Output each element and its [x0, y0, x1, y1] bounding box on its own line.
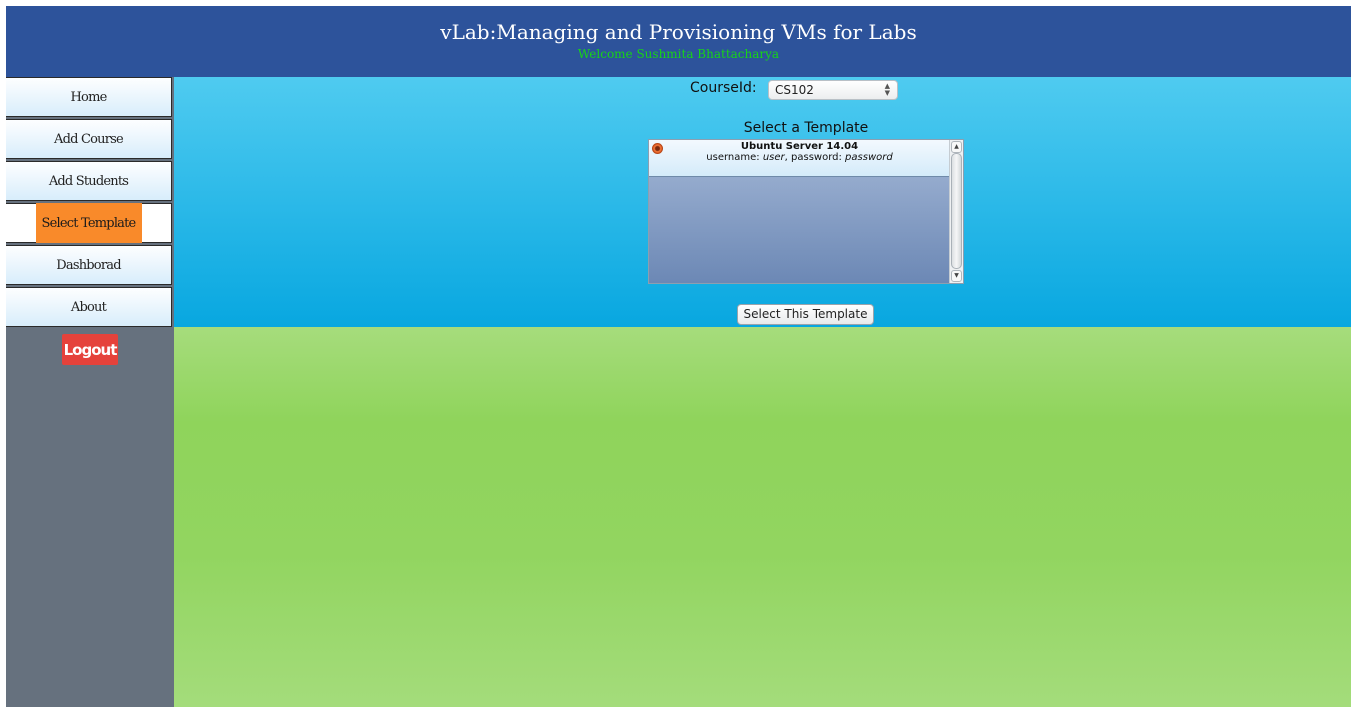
sidebar-item-add-students[interactable]: Add Students: [6, 161, 172, 201]
cred-mid: , password:: [784, 152, 846, 163]
template-item[interactable]: Ubuntu Server 14.04 username: user, pass…: [649, 140, 950, 177]
logout-button[interactable]: Logout: [62, 334, 118, 365]
template-credentials: username: user, password: password: [649, 152, 950, 163]
welcome-message: Welcome Sushmita Bhattacharya: [577, 47, 780, 61]
template-panel: CourseId: CS102 ▲ ▼ Select a Template Ubu…: [174, 77, 1351, 327]
cred-username: user: [762, 152, 785, 163]
scroll-thumb[interactable]: [951, 153, 962, 269]
page-title: vLab:Managing and Provisioning VMs for L…: [440, 20, 917, 44]
sidebar-item-label: Select Template: [35, 203, 142, 243]
sidebar-item-label: Add Course: [54, 131, 124, 147]
cred-prefix: username:: [706, 152, 763, 163]
course-id-value: CS102: [775, 83, 814, 97]
sidebar-item-home[interactable]: Home: [6, 77, 172, 117]
cred-password: password: [845, 152, 893, 163]
content-area: [174, 327, 1351, 707]
sidebar-item-label: Dashborad: [56, 257, 121, 273]
app-frame: vLab:Managing and Provisioning VMs for L…: [6, 6, 1351, 707]
template-name: Ubuntu Server 14.04: [740, 141, 859, 152]
select-template-button[interactable]: Select This Template: [737, 304, 874, 325]
sidebar-item-about[interactable]: About: [6, 287, 172, 327]
template-radio[interactable]: [652, 143, 663, 154]
page-header: vLab:Managing and Provisioning VMs for L…: [6, 6, 1351, 77]
course-id-label: CourseId:: [690, 80, 757, 96]
scroll-down-icon[interactable]: ▼: [951, 270, 962, 282]
template-heading: Select a Template: [743, 120, 869, 136]
sidebar-item-dashboard[interactable]: Dashborad: [6, 245, 172, 285]
sidebar: Home Add Course Add Students Select Temp…: [6, 77, 174, 707]
scroll-up-icon[interactable]: ▲: [951, 141, 962, 153]
sidebar-item-label: Home: [70, 89, 108, 105]
sidebar-item-add-course[interactable]: Add Course: [6, 119, 172, 159]
sidebar-item-label: About: [70, 299, 107, 315]
list-scrollbar[interactable]: ▲ ▼: [949, 140, 963, 283]
template-list[interactable]: Ubuntu Server 14.04 username: user, pass…: [648, 139, 964, 284]
sidebar-item-select-template[interactable]: Select Template: [6, 203, 172, 243]
sidebar-item-label: Add Students: [48, 173, 129, 189]
course-id-select[interactable]: CS102 ▲ ▼: [768, 80, 898, 100]
select-arrows-icon: ▲ ▼: [884, 82, 890, 97]
